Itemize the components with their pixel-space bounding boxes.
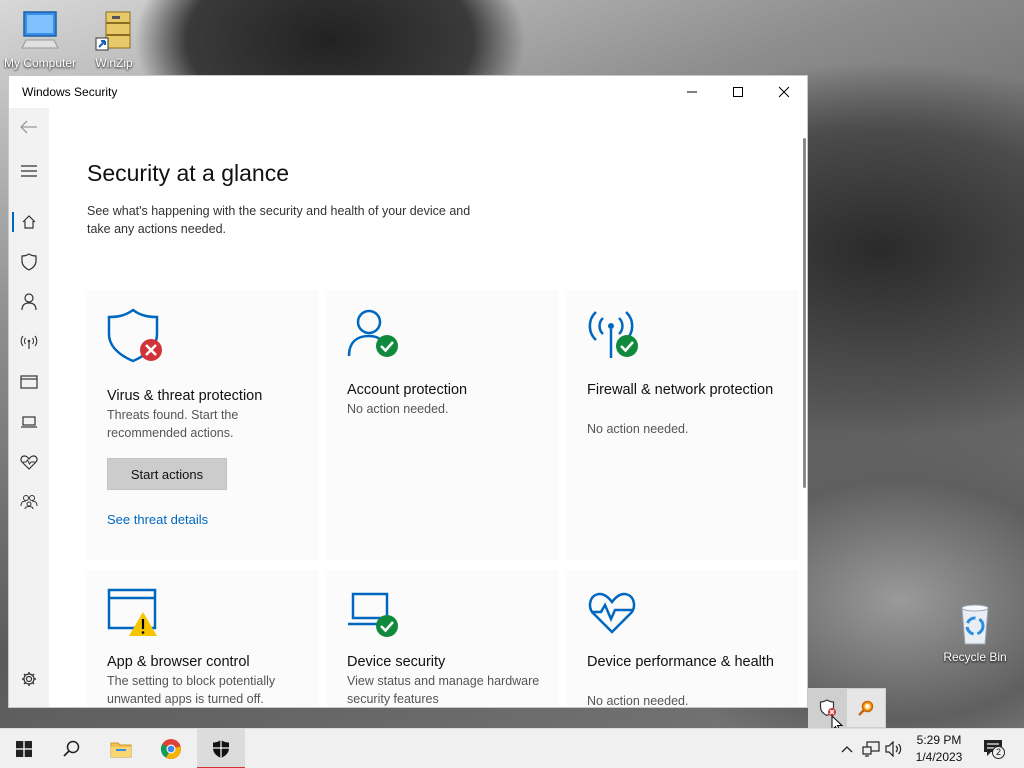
- minimize-icon: [687, 91, 697, 93]
- tile-description: No action needed.: [347, 402, 449, 416]
- laptop-ok-icon: [347, 588, 407, 644]
- desktop-icon-recycle-bin[interactable]: Recycle Bin: [935, 602, 1015, 664]
- action-center-button[interactable]: 2: [982, 739, 1006, 759]
- clock-time: 5:29 PM: [916, 733, 962, 747]
- notification-count-badge: 2: [992, 746, 1005, 759]
- family-icon: [20, 495, 38, 510]
- sidebar-item-account-protection[interactable]: [9, 285, 49, 319]
- network-tray-button[interactable]: [861, 739, 881, 759]
- heart-pulse-icon: [587, 588, 647, 644]
- start-button[interactable]: [0, 729, 48, 768]
- sidebar-item-device-security[interactable]: [9, 405, 49, 439]
- shield-error-icon: [107, 308, 167, 364]
- desktop-icon-winzip[interactable]: WinZip: [74, 8, 154, 70]
- person-icon: [21, 293, 37, 311]
- tile-firewall-network-protection[interactable]: Firewall & network protection No action …: [567, 290, 799, 560]
- magnifier-icon: [858, 700, 874, 716]
- sidebar-item-home[interactable]: [9, 205, 49, 239]
- page-title: Security at a glance: [87, 160, 290, 186]
- minimize-button[interactable]: [669, 76, 715, 108]
- back-button[interactable]: [9, 110, 49, 144]
- window-title: Windows Security: [22, 85, 118, 99]
- title-bar[interactable]: Windows Security: [9, 76, 807, 108]
- recycle-bin-icon: [953, 602, 997, 646]
- tile-title: Device performance & health: [587, 654, 774, 670]
- see-threat-details-link[interactable]: See threat details: [107, 512, 208, 527]
- desktop-icon-label: Recycle Bin: [943, 650, 1007, 664]
- system-clock[interactable]: 5:29 PM 1/4/2023: [908, 732, 970, 766]
- desktop-icon-label: WinZip: [95, 56, 133, 70]
- shield-icon: [21, 253, 37, 271]
- taskbar: 5:29 PM 1/4/2023 2: [0, 728, 1024, 768]
- tray-search-app-button[interactable]: [847, 689, 885, 727]
- chrome-icon: [161, 739, 182, 760]
- scrollbar[interactable]: [803, 138, 806, 488]
- browser-warning-icon: [107, 588, 167, 644]
- menu-button[interactable]: [9, 154, 49, 188]
- tile-account-protection[interactable]: Account protection No action needed.: [327, 290, 559, 560]
- tray-overflow-popup: [808, 688, 886, 733]
- heart-pulse-icon: [20, 455, 38, 470]
- gear-icon: [22, 672, 36, 686]
- speaker-icon: [885, 741, 902, 757]
- shield-icon: [213, 740, 229, 758]
- tile-title: Virus & threat protection: [107, 388, 263, 404]
- main-content: Security at a glance See what's happenin…: [49, 108, 807, 707]
- tile-description: No action needed.: [587, 694, 689, 707]
- start-actions-button[interactable]: Start actions: [107, 458, 227, 490]
- sidebar: [9, 108, 49, 707]
- sidebar-item-family-options[interactable]: [9, 485, 49, 519]
- tile-description: View status and manage hardware security…: [347, 674, 540, 706]
- sidebar-item-app-browser-control[interactable]: [9, 365, 49, 399]
- home-icon: [22, 215, 36, 229]
- desktop-icon-label: My Computer: [3, 56, 77, 70]
- search-icon: [63, 740, 80, 757]
- computer-icon: [18, 8, 62, 52]
- windows-security-window: Windows Security Security at a glance Se…: [8, 75, 808, 708]
- tile-title: Firewall & network protection: [587, 382, 774, 398]
- close-icon: [778, 86, 790, 98]
- laptop-icon: [21, 416, 37, 428]
- account-ok-icon: [347, 308, 407, 364]
- show-hidden-icons-button[interactable]: [837, 739, 857, 759]
- chrome-button[interactable]: [147, 729, 195, 768]
- sidebar-item-device-performance[interactable]: [9, 445, 49, 479]
- windows-logo-icon: [16, 741, 32, 757]
- browser-window-icon: [20, 375, 38, 389]
- tile-device-performance-health[interactable]: Device performance & health No action ne…: [567, 570, 799, 707]
- sidebar-item-settings[interactable]: [9, 662, 49, 696]
- volume-tray-button[interactable]: [884, 739, 904, 759]
- tile-virus-threat-protection[interactable]: Virus & threat protection Threats found.…: [87, 290, 319, 560]
- sidebar-item-firewall[interactable]: [9, 325, 49, 359]
- hamburger-icon: [21, 165, 37, 177]
- maximize-icon: [733, 87, 743, 97]
- desktop-icon-my-computer[interactable]: My Computer: [0, 8, 80, 70]
- windows-security-taskbar-button[interactable]: [197, 729, 245, 768]
- search-button[interactable]: [48, 729, 96, 768]
- clock-date: 1/4/2023: [915, 750, 963, 764]
- winzip-icon: [92, 8, 136, 52]
- page-subtitle: See what's happening with the security a…: [87, 204, 471, 236]
- file-explorer-button[interactable]: [97, 729, 145, 768]
- tile-description: No action needed.: [587, 422, 689, 436]
- tile-app-browser-control[interactable]: App & browser control The setting to blo…: [87, 570, 319, 707]
- network-icon: [862, 741, 880, 757]
- back-arrow-icon: [20, 120, 37, 134]
- firewall-ok-icon: [587, 308, 647, 364]
- sidebar-item-virus-protection[interactable]: [9, 245, 49, 279]
- antenna-icon: [20, 335, 38, 349]
- maximize-button[interactable]: [715, 76, 761, 108]
- tile-description: Threats found. Start the recommended act…: [107, 408, 239, 440]
- close-button[interactable]: [761, 76, 807, 108]
- tile-description: The setting to block potentially unwante…: [107, 674, 276, 706]
- folder-icon: [110, 742, 132, 758]
- chevron-up-icon: [841, 746, 853, 753]
- tile-title: Device security: [347, 654, 446, 670]
- tile-title: App & browser control: [107, 654, 250, 670]
- tile-device-security[interactable]: Device security View status and manage h…: [327, 570, 559, 707]
- tile-title: Account protection: [347, 382, 468, 398]
